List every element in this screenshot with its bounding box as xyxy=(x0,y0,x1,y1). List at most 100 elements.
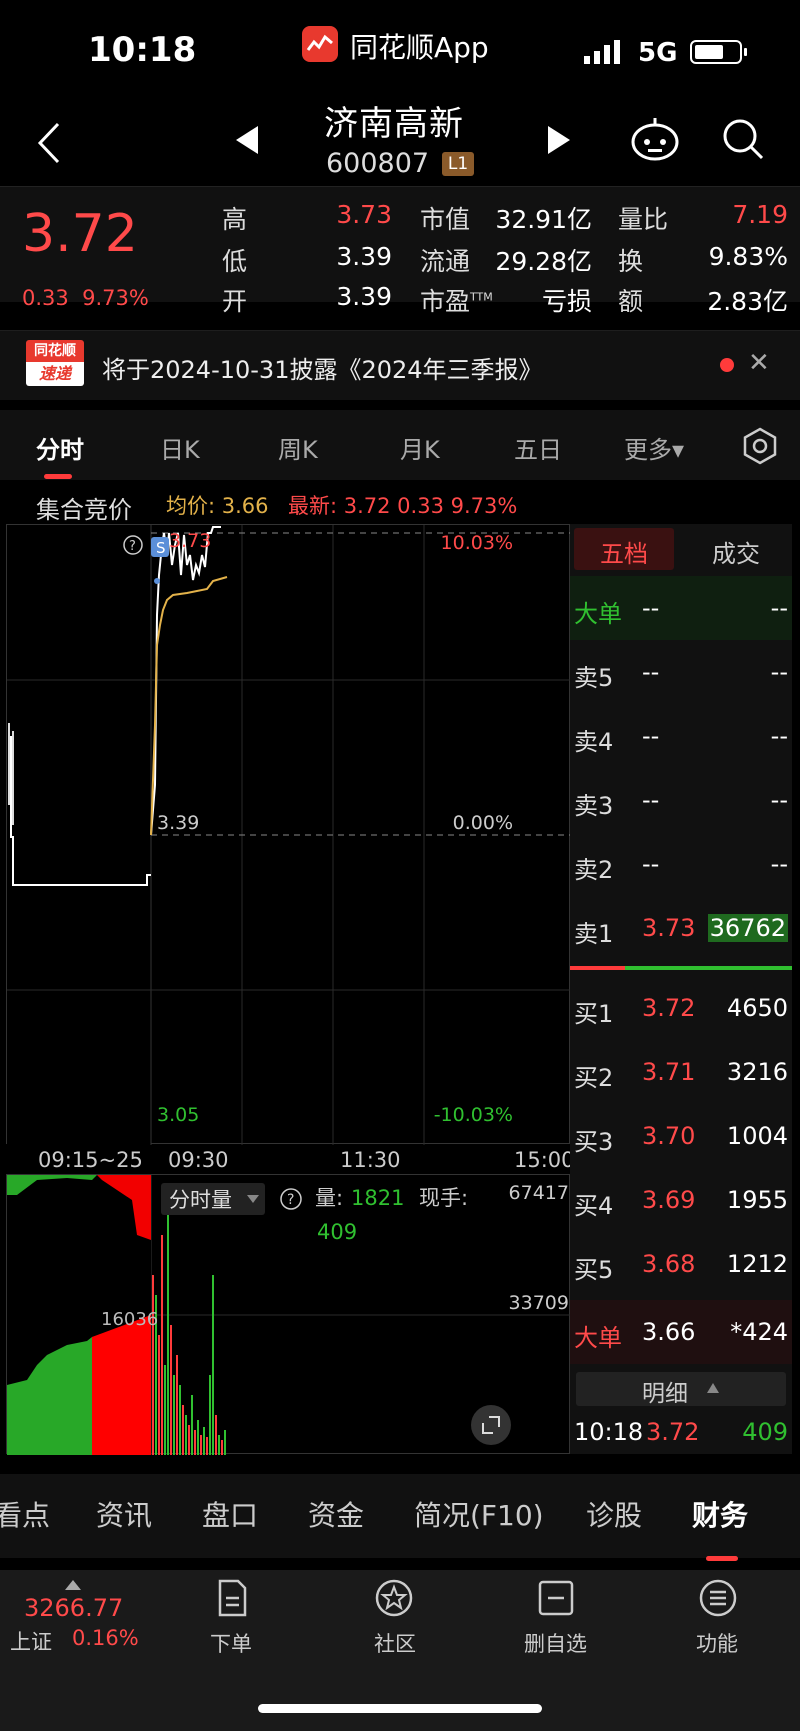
community-button[interactable]: 社区 xyxy=(374,1628,416,1658)
tab-daily-k[interactable]: 日K xyxy=(160,430,200,465)
pe-label: 市盈TTM xyxy=(420,287,493,316)
big-order-bottom-row: 大单 3.66 *424 xyxy=(570,1300,792,1364)
time-label-close: 15:00 xyxy=(514,1148,575,1172)
bid-3-row[interactable]: 买3 3.70 1004 xyxy=(570,1104,792,1168)
bid-5-row[interactable]: 买5 3.68 1212 xyxy=(570,1232,792,1296)
current-hand-label: 现手: xyxy=(419,1186,468,1210)
unread-dot xyxy=(720,358,734,372)
low-value: 3.39 xyxy=(336,242,392,271)
ask-1-row[interactable]: 卖1 3.73 36762 xyxy=(570,896,792,960)
back-button[interactable] xyxy=(30,118,70,168)
intraday-volume-chart[interactable]: 分时量 ? 量: 1821 现手: 409 67417 33709 16036 xyxy=(6,1174,571,1455)
time-label-open: 09:30 xyxy=(168,1148,229,1172)
app-logo-icon xyxy=(302,26,338,62)
current-hand-value: 409 xyxy=(317,1220,357,1244)
prev-stock-button[interactable] xyxy=(232,122,262,158)
tab-trades[interactable]: 成交 xyxy=(712,534,760,569)
search-button[interactable] xyxy=(718,114,768,164)
avg-price-label: 均价: 3.66 xyxy=(166,494,269,518)
tab-order-book[interactable]: 盘口 xyxy=(202,1494,258,1534)
help-icon-label: ? xyxy=(129,539,136,554)
signal-marker-label: S xyxy=(156,539,166,557)
menu-icon[interactable] xyxy=(698,1578,738,1618)
volume-value: 1821 xyxy=(351,1186,404,1210)
tab-intraday[interactable]: 分时 xyxy=(36,430,84,465)
low-label: 低 xyxy=(222,247,248,276)
detail-button[interactable]: 明细 xyxy=(576,1372,786,1407)
triangle-left-icon xyxy=(236,126,258,154)
next-stock-button[interactable] xyxy=(544,122,574,158)
tab-more[interactable]: 更多▾ xyxy=(624,430,684,465)
home-indicator[interactable] xyxy=(258,1704,542,1713)
float-cap-value: 29.28亿 xyxy=(495,247,592,276)
notice-text[interactable]: 将于2024-10-31披露《2024年三季报》 xyxy=(102,350,543,385)
open-value: 3.39 xyxy=(336,282,392,311)
bid-1-row[interactable]: 买1 3.72 4650 xyxy=(570,976,792,1040)
limit-down-percent: -10.03% xyxy=(434,1104,513,1126)
tab-five-day[interactable]: 五日 xyxy=(514,430,562,465)
time-label-noon: 11:30 xyxy=(340,1148,401,1172)
time-label-auction: 09:15~25 xyxy=(38,1148,143,1172)
tab-finance[interactable]: 财务 xyxy=(692,1494,748,1534)
ask-4-row[interactable]: 卖4 -- -- xyxy=(570,704,792,768)
bid-2-row[interactable]: 买2 3.71 3216 xyxy=(570,1040,792,1104)
ask-5-row[interactable]: 卖5 -- -- xyxy=(570,640,792,704)
robot-assistant-button[interactable] xyxy=(628,112,682,166)
price-line xyxy=(150,526,221,836)
tab-profile-f10[interactable]: 简况(F10) xyxy=(414,1494,544,1534)
remove-watchlist-icon[interactable] xyxy=(536,1578,576,1618)
volume-ratio-label: 量比 xyxy=(618,205,669,234)
pe-value: 亏损 xyxy=(541,287,592,316)
triangle-up-icon xyxy=(707,1383,719,1393)
intraday-price-chart[interactable]: S 3.73 10.03% 3.39 0.00% 3.05 -10.03% ? xyxy=(6,524,571,1145)
latest-price-label: 最新: 3.72 0.33 9.73% xyxy=(288,494,518,518)
robot-icon xyxy=(631,118,679,161)
volume-max-label: 67417 xyxy=(509,1182,569,1204)
tab-weekly-k[interactable]: 周K xyxy=(278,430,318,465)
order-icon[interactable] xyxy=(212,1578,252,1618)
express-logo: 同花顺 速递 xyxy=(26,340,84,388)
ask-2-row[interactable]: 卖2 -- -- xyxy=(570,832,792,896)
search-icon xyxy=(723,119,764,160)
close-icon[interactable]: ✕ xyxy=(748,348,770,378)
index-ticker[interactable]: 3266.77 上证 0.16% xyxy=(10,1580,150,1654)
current-price: 3.72 xyxy=(22,204,138,264)
amount-label: 额 xyxy=(618,287,644,316)
functions-button[interactable]: 功能 xyxy=(696,1628,738,1658)
ask-3-row[interactable]: 卖3 -- -- xyxy=(570,768,792,832)
amount-value: 2.83亿 xyxy=(707,287,788,316)
tab-news[interactable]: 资讯 xyxy=(96,1494,152,1534)
community-icon[interactable] xyxy=(374,1578,414,1618)
mcap-label: 市值 xyxy=(420,205,471,234)
fullscreen-button[interactable] xyxy=(471,1405,511,1445)
order-button[interactable]: 下单 xyxy=(210,1628,252,1658)
float-cap-label: 流通 xyxy=(420,247,471,276)
auction-sell-area xyxy=(92,1315,151,1455)
high-label: 高 xyxy=(222,205,248,234)
tab-highlights[interactable]: 看点 xyxy=(0,1494,50,1534)
svg-text:?: ? xyxy=(287,1192,294,1208)
network-type: 5G xyxy=(638,38,678,68)
tab-five-levels[interactable]: 五档 xyxy=(574,528,674,570)
remove-watchlist-button[interactable]: 删自选 xyxy=(524,1628,587,1658)
bid-4-row[interactable]: 买4 3.69 1955 xyxy=(570,1168,792,1232)
prev-close-price: 3.39 xyxy=(157,812,199,834)
active-tab-indicator xyxy=(706,1556,738,1561)
bid-ask-ratio-green xyxy=(625,966,792,970)
app-name: 同花顺App xyxy=(350,31,489,64)
volume-label: 量: xyxy=(315,1186,343,1210)
triangle-right-icon xyxy=(548,126,570,154)
tab-capital[interactable]: 资金 xyxy=(308,1494,364,1534)
triangle-up-icon xyxy=(65,1580,81,1590)
big-order-top-row: 大单 -- -- xyxy=(570,576,792,640)
auction-volume-label: 16036 xyxy=(101,1309,158,1330)
tab-diagnosis[interactable]: 诊股 xyxy=(586,1494,642,1534)
auction-label: 集合竞价 xyxy=(36,496,132,524)
chart-settings-button[interactable] xyxy=(740,426,780,466)
high-value: 3.73 xyxy=(336,200,392,229)
tab-monthly-k[interactable]: 月K xyxy=(400,430,440,465)
battery-icon xyxy=(690,40,747,64)
signal-icon xyxy=(584,40,624,68)
volume-mid-label: 33709 xyxy=(509,1292,569,1314)
prev-close-percent: 0.00% xyxy=(453,812,513,834)
